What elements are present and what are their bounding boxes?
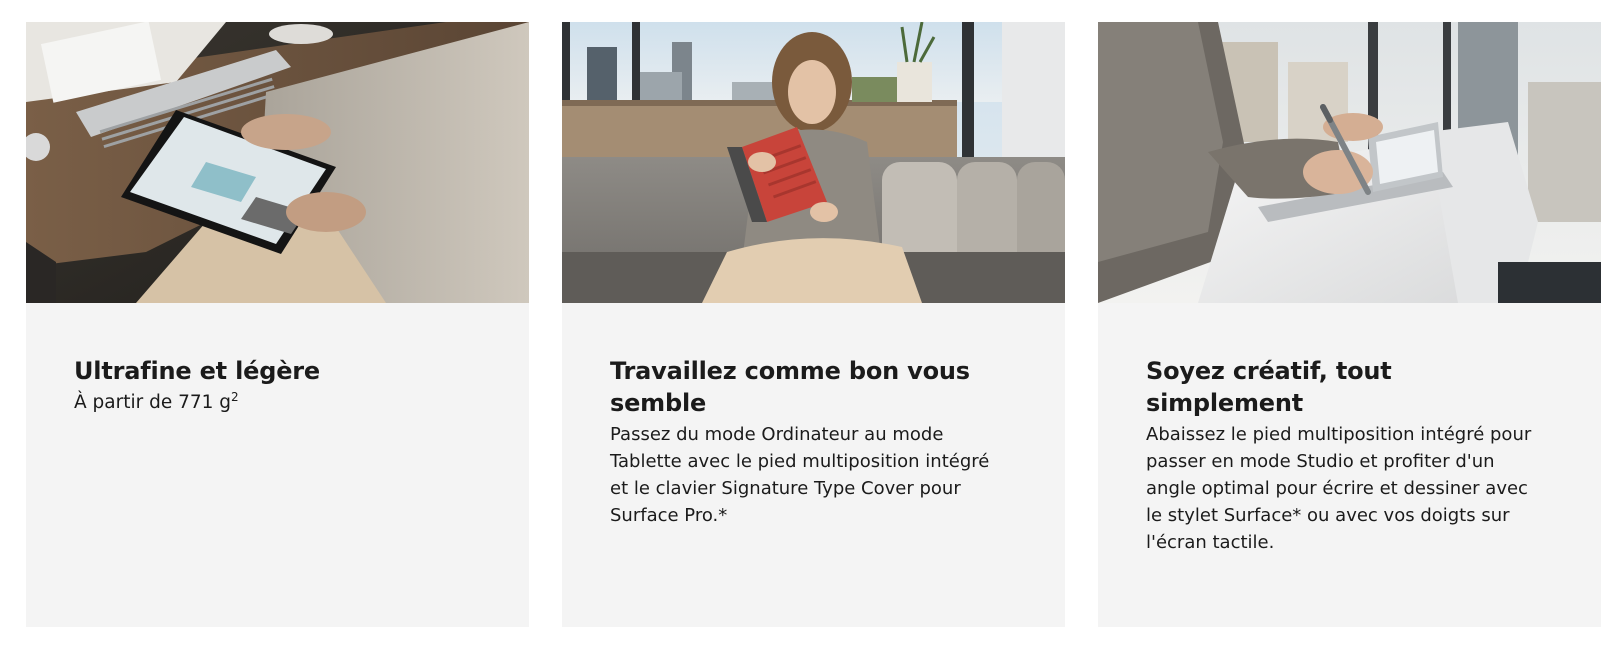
card-description: Passez du mode Ordinateur au mode Tablet…: [610, 424, 990, 526]
sofa-tablet-illustration: [562, 22, 1065, 303]
card-image-tablet-desk: [26, 22, 529, 303]
card-image-sofa: [562, 22, 1065, 303]
card-image-stylus: [1098, 22, 1601, 303]
footnote-superscript: 2: [231, 389, 239, 404]
weight-text: À partir de 771 g: [74, 392, 232, 413]
card-title: Travaillez comme bon vous semble: [610, 357, 970, 417]
card-title: Ultrafine et légère: [74, 357, 320, 385]
feature-cards: Ultrafine et légère À partir de 771 g2 T…: [26, 22, 1601, 627]
card-description: À partir de 771 g2: [74, 389, 464, 416]
card-title: Soyez créatif, tout simplement: [1146, 357, 1392, 417]
stylus-studio-illustration: [1098, 22, 1601, 303]
feature-card-creative: Soyez créatif, tout simplement Abaissez …: [1098, 22, 1601, 627]
feature-card-work-modes: Travaillez comme bon vous semble Passez …: [562, 22, 1065, 627]
tablet-desk-illustration: [26, 22, 529, 303]
feature-card-lightweight: Ultrafine et légère À partir de 771 g2: [26, 22, 529, 627]
card-description: Abaissez le pied multiposition intégré p…: [1146, 424, 1532, 553]
